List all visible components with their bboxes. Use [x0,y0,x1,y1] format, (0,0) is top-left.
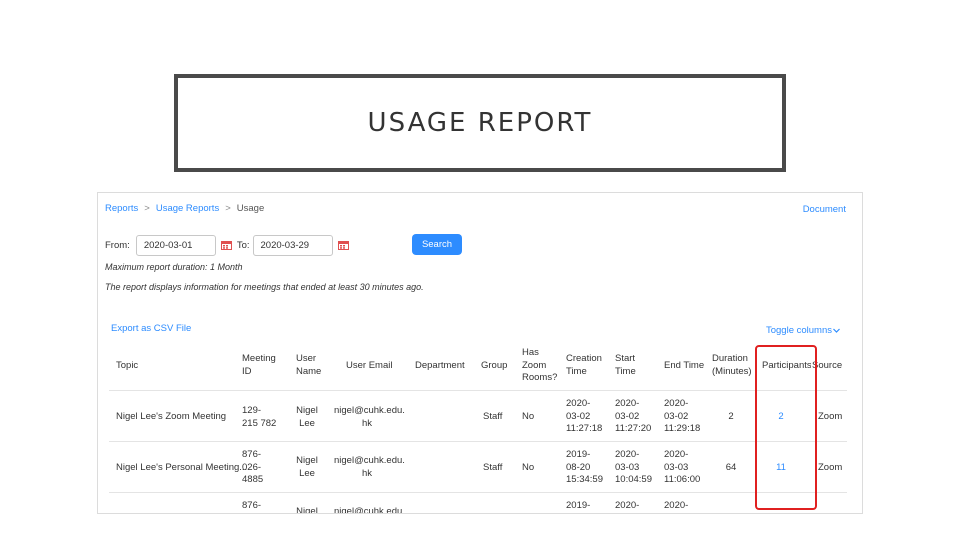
header-group[interactable]: Group [481,360,507,373]
cell-has-zoom-rooms: No [522,411,535,422]
cell-topic: Nigel Lee's Personal Meeting... [116,462,248,473]
calendar-icon[interactable] [337,240,349,250]
breadcrumb: Reports > Usage Reports > Usage [105,203,264,214]
cell-user-email: nigel@cuhk.edu. [334,506,405,514]
to-date-input[interactable]: 2020-03-29 [252,234,333,256]
export-csv-link[interactable]: Export as CSV File [111,323,191,334]
cell-user-email: nigel@cuhk.edu. hk [334,455,405,479]
row-divider [109,492,847,493]
breadcrumb-usage-reports-link[interactable]: Usage Reports [156,203,219,214]
slide-title-box: USAGE REPORT [174,74,786,172]
cell-topic: Nigel Lee's Zoom Meeting [116,411,227,422]
cell-duration: 2 [728,411,734,422]
cell-group: Staff [483,411,503,422]
date-filter-row: From: 2020-03-01 To: 2020-03-29 [105,234,354,256]
header-end-time[interactable]: End Time [664,360,704,373]
cell-start-time: 2020- [615,500,640,511]
cell-user-name: Nigel Lee [296,405,318,429]
header-meeting-id[interactable]: Meeting ID [242,353,276,378]
cell-start-time: 2020- 03-03 10:04:59 [615,449,652,485]
participants-highlight-box [755,345,817,510]
header-department[interactable]: Department [415,360,465,373]
cell-user-name: Nigel [296,506,318,514]
from-label: From: [105,239,130,251]
report-info-note: The report displays information for meet… [105,282,424,292]
calendar-icon[interactable] [220,240,232,250]
cell-group: Staff [483,462,503,473]
cell-meeting-id: 876- 026- 4885 [242,449,264,485]
cell-creation-time: 2020- 03-02 11:27:18 [566,398,603,434]
max-duration-note: Maximum report duration: 1 Month [105,262,243,272]
caret-down-icon [833,325,840,336]
header-user-name[interactable]: User Name [296,353,321,378]
slide-title: USAGE REPORT [367,108,593,138]
row-divider [109,390,847,391]
cell-duration: 64 [725,462,737,473]
usage-report-screenshot: Reports > Usage Reports > Usage Document Fro… [97,192,863,514]
cell-has-zoom-rooms: No [522,462,535,473]
breadcrumb-reports-link[interactable]: Reports [105,203,138,214]
toggle-columns-button[interactable]: Toggle columns [766,325,840,336]
cell-meeting-id: 876- [242,500,262,511]
header-start-time[interactable]: Start Time [615,353,636,378]
cell-end-time: 2020- 03-02 11:29:18 [664,398,701,434]
cell-source: Zoom [818,411,843,422]
toggle-columns-label: Toggle columns [765,325,832,337]
cell-start-time: 2020- 03-02 11:27:20 [615,398,652,434]
cell-creation-time: 2019- 08-20 15:34:59 [566,449,603,485]
cell-user-name: Nigel Lee [296,455,318,479]
cell-end-time: 2020- [664,500,689,511]
breadcrumb-current: Usage [236,203,265,214]
breadcrumb-separator: > [144,203,150,214]
header-duration[interactable]: Duration (Minutes) [712,353,752,378]
search-button[interactable]: Search [412,234,462,255]
cell-user-email: nigel@cuhk.edu. hk [334,405,405,429]
cell-source: Zoom [818,462,843,473]
row-divider [109,441,847,442]
cell-meeting-id: 129- 215 782 [242,405,277,429]
header-has-zoom-rooms[interactable]: Has Zoom Rooms? [522,347,557,385]
header-topic[interactable]: Topic [116,360,138,373]
cell-end-time: 2020- 03-03 11:06:00 [664,449,701,485]
from-date-input[interactable]: 2020-03-01 [135,234,216,256]
header-creation-time[interactable]: Creation Time [566,353,602,378]
header-user-email[interactable]: User Email [346,360,392,373]
to-label: To: [236,239,250,251]
document-link[interactable]: Document [803,204,846,215]
cell-creation-time: 2019- [566,500,591,511]
breadcrumb-separator: > [225,203,231,214]
